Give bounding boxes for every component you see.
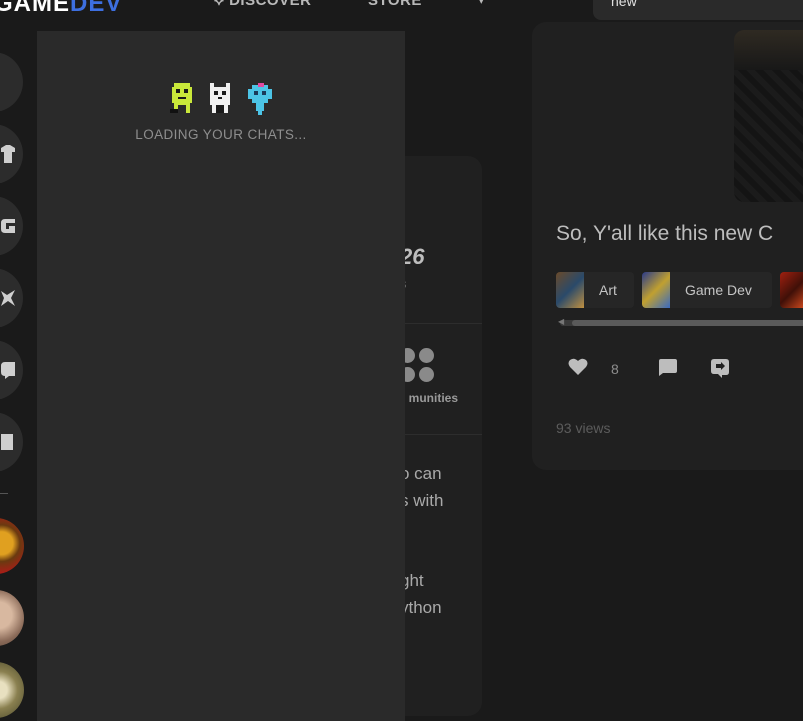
chat-icon: [1, 362, 15, 379]
nav-more-dropdown[interactable]: ▾: [478, 0, 485, 8]
tag-label: Game Dev: [685, 282, 752, 298]
comment-icon: [659, 359, 677, 376]
post-title[interactable]: So, Y'all like this new C: [556, 222, 773, 246]
like-count: 8: [611, 361, 619, 377]
search-input[interactable]: [609, 0, 793, 10]
communities-icon: [400, 348, 434, 382]
bio-text: s with: [400, 491, 444, 510]
tag-thumbnail: [642, 272, 670, 308]
site-logo[interactable]: GAMEDEV: [0, 0, 122, 18]
community-avatar[interactable]: [0, 518, 24, 574]
community-avatar[interactable]: [0, 590, 24, 646]
left-rail: [0, 40, 37, 720]
post-image[interactable]: [734, 30, 803, 202]
post-card: So, Y'all like this new C Art Game Dev ◀…: [532, 22, 803, 470]
comment-button[interactable]: [658, 358, 678, 381]
wings-icon: [1, 290, 15, 306]
nav-store[interactable]: STORE: [368, 0, 422, 9]
logo-text-accent: DEV: [70, 0, 123, 17]
loading-sprites: [168, 81, 278, 117]
tag-thumbnail: [780, 272, 803, 308]
green-pixel-character-icon: [170, 83, 192, 113]
blue-pixel-character-icon: [248, 83, 272, 115]
community-avatar[interactable]: [0, 662, 24, 718]
view-count: 93 views: [556, 420, 611, 436]
book-icon: [1, 434, 13, 450]
rail-games-button[interactable]: [0, 196, 23, 256]
nav-discover[interactable]: ⟡ DISCOVER: [214, 0, 311, 9]
tag-label: Art: [599, 282, 617, 298]
shirt-icon: [1, 145, 15, 163]
rail-merch-button[interactable]: [0, 124, 23, 184]
share-icon: [711, 359, 729, 378]
loading-chats-text: LOADING YOUR CHATS...: [135, 127, 307, 142]
rail-home-button[interactable]: [0, 52, 23, 112]
tag-art[interactable]: Art: [556, 272, 634, 308]
like-button[interactable]: [568, 358, 588, 381]
tag-thumbnail: [556, 272, 584, 308]
white-pixel-character-icon: [210, 83, 230, 113]
bio-text: ython: [400, 598, 442, 617]
logo-text: GAME: [0, 0, 70, 17]
tags-scrollbar-thumb[interactable]: [572, 320, 803, 326]
tag-game-dev[interactable]: Game Dev: [642, 272, 772, 308]
bio-text: o can: [400, 464, 442, 483]
rail-library-button[interactable]: [0, 412, 23, 472]
game-icon: [1, 219, 15, 233]
rail-chat-button[interactable]: [0, 340, 23, 400]
rail-community-button[interactable]: [0, 268, 23, 328]
top-nav: GAMEDEV ⟡ DISCOVER STORE ▾: [0, 0, 803, 22]
search-box[interactable]: [593, 0, 803, 20]
share-button[interactable]: [710, 358, 730, 383]
heart-icon: [568, 358, 588, 375]
rail-divider: [0, 493, 8, 494]
chat-panel: LOADING YOUR CHATS...: [37, 31, 405, 721]
tag-more[interactable]: [780, 272, 803, 308]
scroll-left-arrow[interactable]: ◀: [558, 317, 564, 326]
